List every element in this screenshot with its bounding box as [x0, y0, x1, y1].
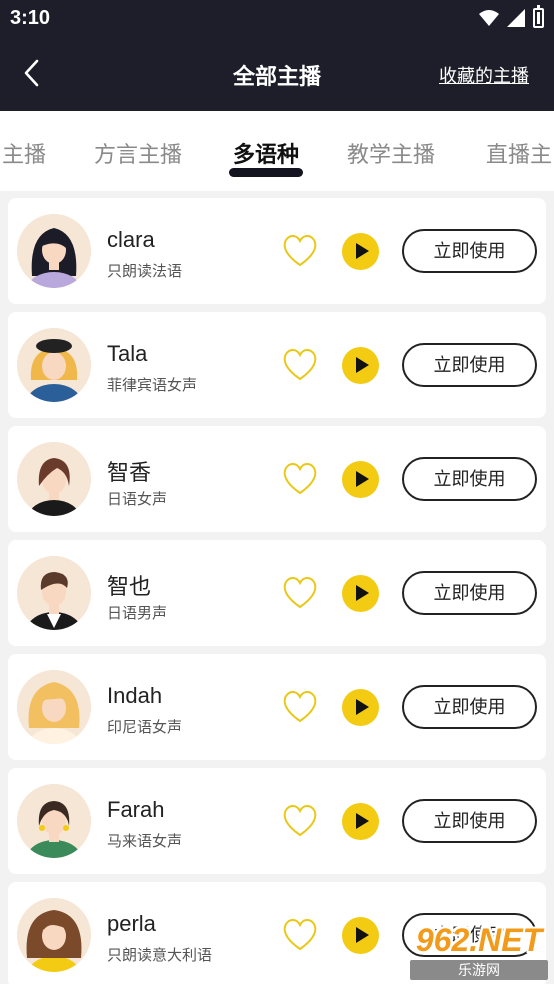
status-time: 3:10 [10, 7, 51, 29]
watermark-logo: 962.NET [415, 922, 543, 958]
voice-description: 菲律宾语女声 [107, 377, 198, 394]
voice-description: 只朗读法语 [107, 263, 183, 280]
voice-card[interactable]: 智香 日语女声 立即使用 [8, 426, 546, 532]
heart-icon[interactable] [280, 459, 320, 499]
voice-description: 马来语女声 [107, 833, 183, 850]
voice-name: 智香 [107, 460, 152, 485]
tab-teaching[interactable]: 教学主播 [347, 137, 435, 169]
play-button[interactable] [342, 575, 379, 612]
voice-name: 智也 [107, 574, 152, 599]
voice-description: 印尼语女声 [107, 719, 183, 736]
voice-name: clara [107, 227, 155, 252]
play-button[interactable] [342, 347, 379, 384]
tab-dialect[interactable]: 方言主播 [94, 137, 182, 169]
use-now-button[interactable]: 立即使用 [402, 799, 537, 843]
top-bar: 3:10 全部主播 收藏的主播 [0, 0, 554, 111]
heart-icon[interactable] [280, 915, 320, 955]
battery-icon [533, 5, 544, 28]
watermark-sub: 乐游网 [410, 960, 548, 980]
use-now-button[interactable]: 立即使用 [402, 343, 537, 387]
tab-hosts[interactable]: 主播 [2, 137, 46, 169]
woman-dark-hair-avatar [17, 214, 91, 288]
play-button[interactable] [342, 689, 379, 726]
play-button[interactable] [342, 803, 379, 840]
voice-card[interactable]: Tala 菲律宾语女声 立即使用 [8, 312, 546, 418]
voice-description: 只朗读意大利语 [107, 947, 213, 964]
voice-name: Indah [107, 683, 163, 708]
voice-name: Tala [107, 341, 148, 366]
voice-card[interactable]: clara 只朗读法语 立即使用 [8, 198, 546, 304]
heart-icon[interactable] [280, 573, 320, 613]
voice-name: Farah [107, 797, 165, 822]
heart-icon[interactable] [280, 687, 320, 727]
heart-icon[interactable] [280, 345, 320, 385]
voice-description: 日语女声 [107, 491, 168, 508]
use-now-button[interactable]: 立即使用 [402, 457, 537, 501]
use-now-button[interactable]: 立即使用 [402, 685, 537, 729]
play-button[interactable] [342, 461, 379, 498]
woman-beret-avatar [17, 328, 91, 402]
voice-card[interactable]: Indah 印尼语女声 立即使用 [8, 654, 546, 760]
tab-live[interactable]: 直播主 [486, 137, 552, 169]
signal-icon [507, 9, 525, 27]
voice-card[interactable]: Farah 马来语女声 立即使用 [8, 768, 546, 874]
category-tabs: 主播 方言主播 多语种 教学主播 直播主 [0, 111, 554, 191]
status-icons [479, 5, 544, 28]
use-now-button[interactable]: 立即使用 [402, 571, 537, 615]
heart-icon[interactable] [280, 231, 320, 271]
woman-bob-avatar [17, 784, 91, 858]
heart-icon[interactable] [280, 801, 320, 841]
man-suit-avatar [17, 556, 91, 630]
voice-description: 日语男声 [107, 605, 168, 622]
woman-short-hair-avatar [17, 442, 91, 516]
site-watermark: 962.NET 乐游网 [410, 922, 548, 980]
play-button[interactable] [342, 233, 379, 270]
tab-multilingual[interactable]: 多语种 [233, 137, 299, 169]
wifi-icon [479, 10, 499, 26]
tab-indicator [229, 168, 303, 177]
favorites-link[interactable]: 收藏的主播 [439, 62, 529, 88]
woman-curly-brown-avatar [17, 898, 91, 972]
play-button[interactable] [342, 917, 379, 954]
voice-name: perla [107, 911, 156, 936]
woman-curly-blonde-avatar [17, 670, 91, 744]
use-now-button[interactable]: 立即使用 [402, 229, 537, 273]
voice-card[interactable]: 智也 日语男声 立即使用 [8, 540, 546, 646]
